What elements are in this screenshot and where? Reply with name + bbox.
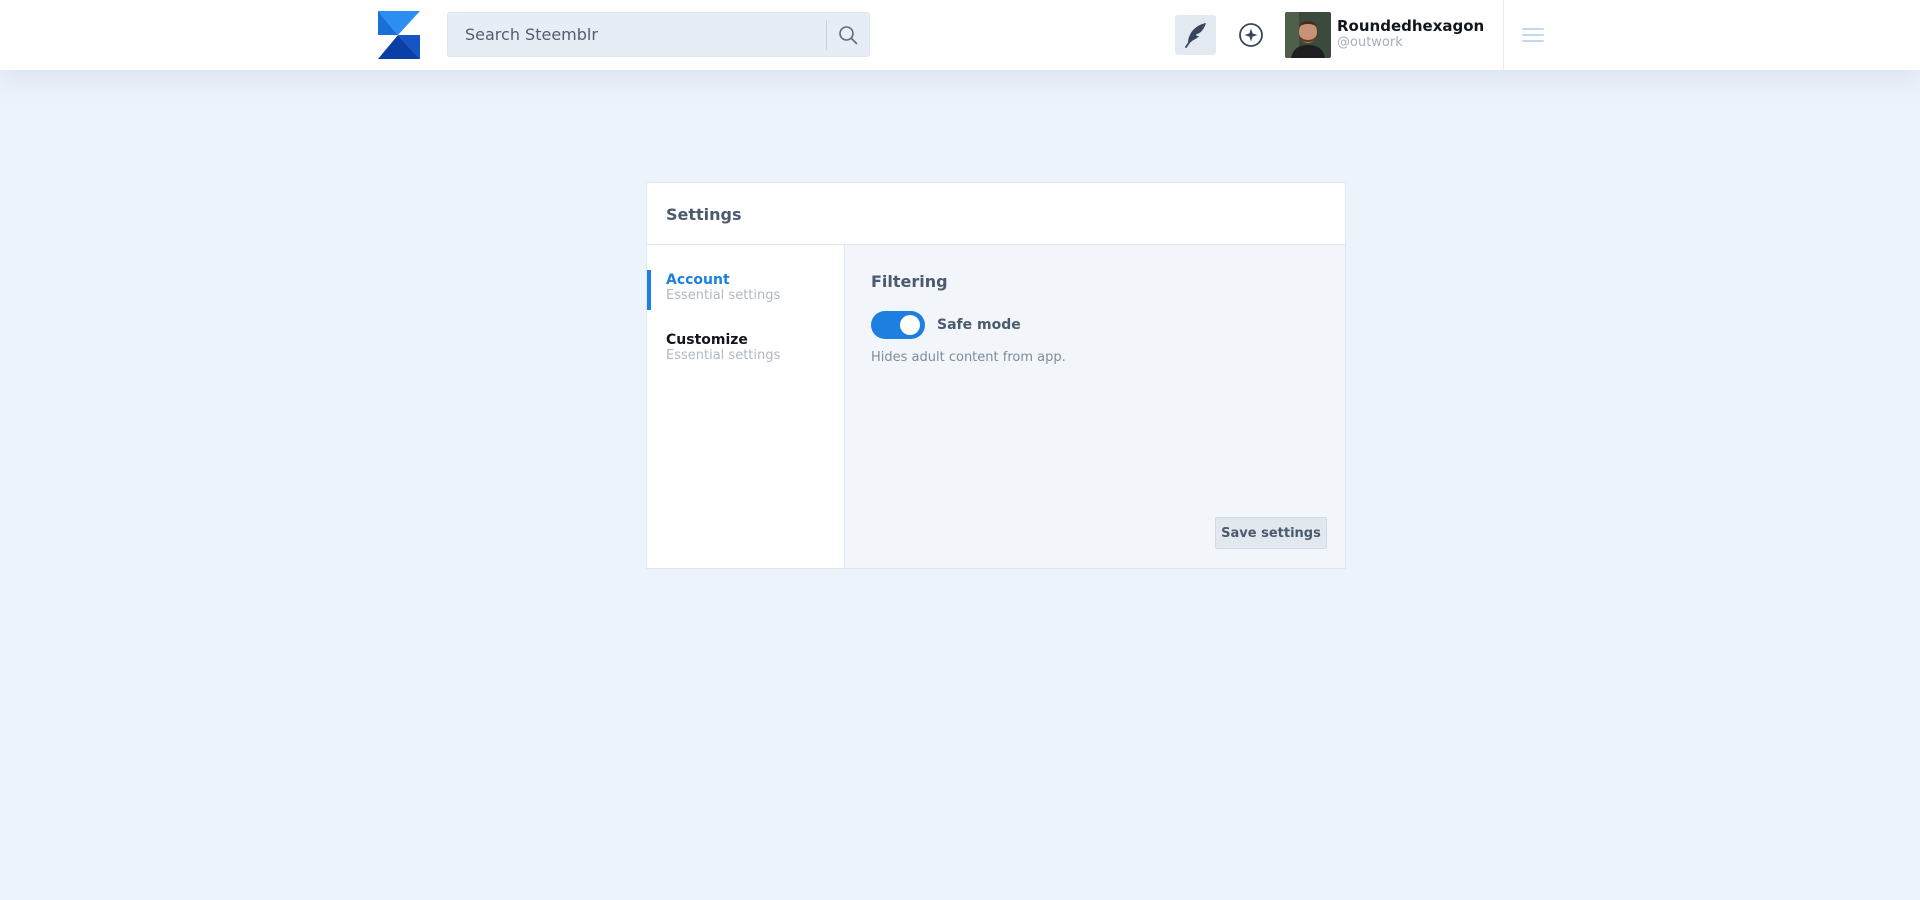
feather-icon — [1184, 23, 1206, 48]
safe-mode-toggle[interactable] — [871, 311, 925, 339]
sidebar-item-customize[interactable]: Customize Essential settings — [647, 330, 844, 370]
search-bar — [447, 12, 870, 57]
user-name[interactable]: Roundedhexagon — [1337, 17, 1484, 35]
safe-mode-description: Hides adult content from app. — [871, 350, 1066, 365]
settings-panel: Filtering Safe mode Hides adult content … — [845, 245, 1345, 568]
save-settings-button[interactable]: Save settings — [1215, 517, 1327, 549]
avatar-photo — [1285, 12, 1331, 58]
explore-button[interactable] — [1237, 21, 1265, 49]
sidebar-item-label: Customize — [666, 332, 748, 348]
page-title: Settings — [666, 205, 742, 224]
search-icon — [839, 25, 858, 44]
sidebar-item-sublabel: Essential settings — [666, 348, 781, 363]
hamburger-icon[interactable] — [1522, 24, 1544, 46]
safe-mode-label[interactable]: Safe mode — [937, 317, 1021, 333]
search-input[interactable] — [448, 13, 826, 56]
write-post-button[interactable] — [1175, 15, 1216, 55]
header-divider — [1503, 0, 1504, 70]
steemblr-logo-icon[interactable] — [374, 11, 422, 59]
sidebar-item-account[interactable]: Account Essential settings — [647, 270, 844, 310]
settings-sidebar: Account Essential settings Customize Ess… — [647, 245, 845, 568]
sidebar-item-label: Account — [666, 272, 730, 288]
compass-icon — [1239, 23, 1263, 47]
section-title: Filtering — [871, 272, 948, 291]
search-button[interactable] — [827, 13, 869, 56]
avatar[interactable] — [1285, 12, 1331, 58]
settings-header: Settings — [647, 183, 1345, 245]
sidebar-item-sublabel: Essential settings — [666, 288, 781, 303]
toggle-knob — [900, 315, 920, 335]
user-handle: @outwork — [1337, 35, 1403, 50]
settings-card: Settings Account Essential settings Cust… — [646, 182, 1346, 569]
top-bar: Roundedhexagon @outwork — [0, 0, 1920, 70]
